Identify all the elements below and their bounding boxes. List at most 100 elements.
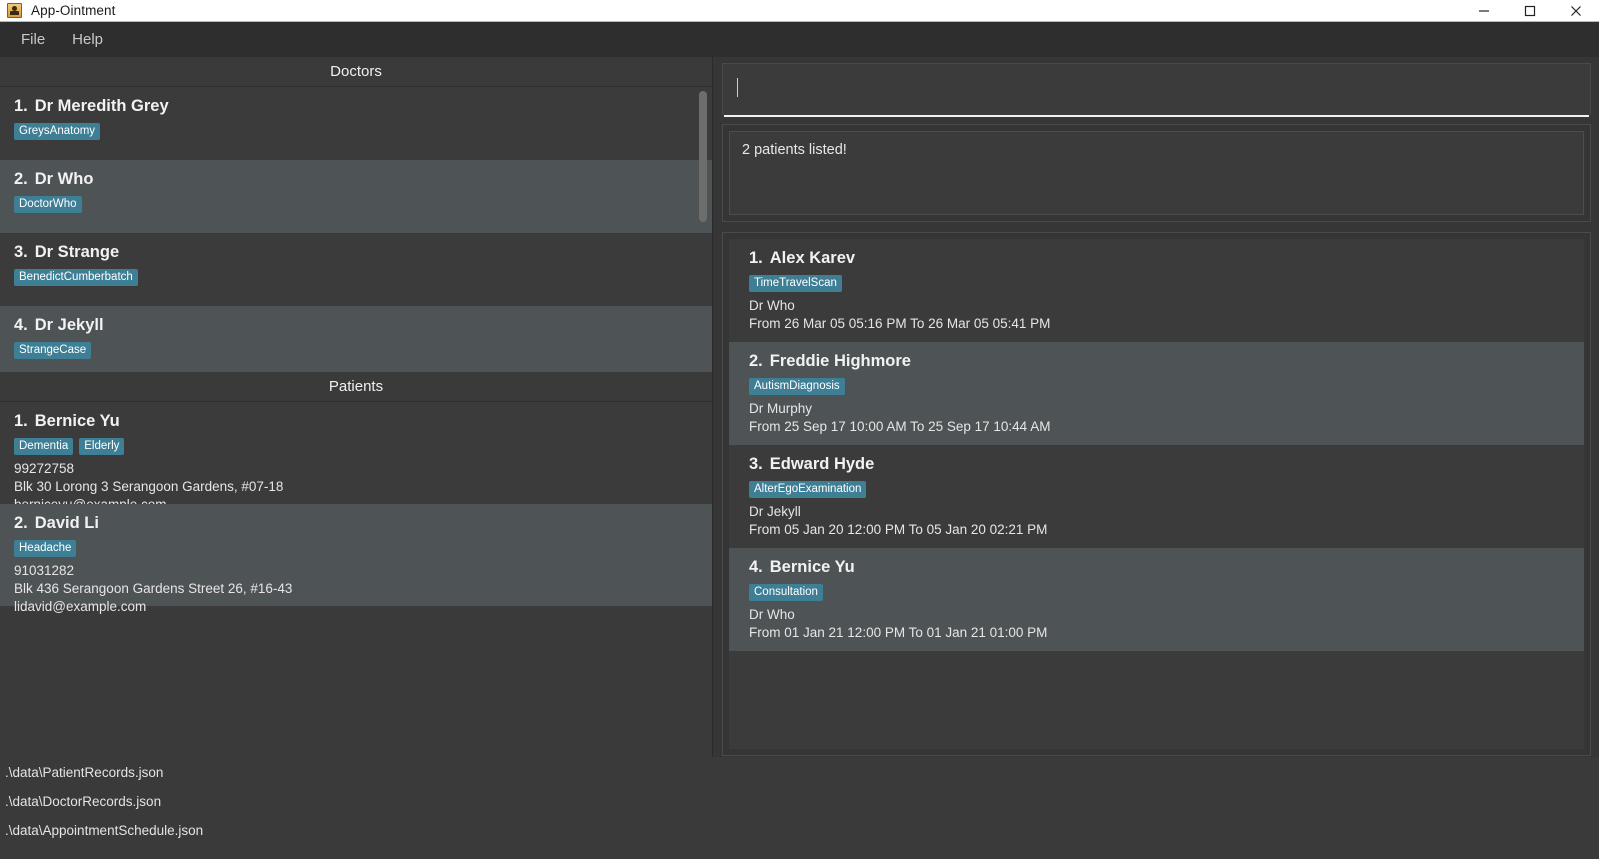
patient-list-item[interactable]: 2. David Li Headache 91031282 Blk 436 Serang… (0, 504, 712, 614)
tag-list: Headache (14, 540, 698, 558)
right-panel: 2 patients listed! 1. Alex Karev TimeTrave… (714, 57, 1599, 757)
appointment-period: From 01 Jan 21 12:00 PM To 01 Jan 21 01:… (749, 625, 1048, 641)
card-title: 3. Dr Strange (14, 243, 698, 262)
card-name: Alex Karev (769, 249, 856, 267)
card-title: 1. Alex Karev (749, 249, 1570, 268)
doctors-panel-header: Doctors (0, 57, 712, 87)
patient-phone: 91031282 (14, 563, 75, 579)
result-display: 2 patients listed! (729, 131, 1584, 215)
card-index: 2. (749, 352, 763, 370)
card-index: 3. (749, 455, 763, 473)
appointment-period: From 25 Sep 17 10:00 AM To 25 Sep 17 10:… (749, 419, 1051, 435)
card-index: 4. (749, 558, 763, 576)
command-box[interactable] (722, 63, 1591, 115)
tag: TimeTravelScan (749, 275, 842, 293)
card-name: Dr Strange (34, 243, 120, 261)
tag-list: BenedictCumberbatch (14, 269, 698, 287)
card-title: 1. Bernice Yu (14, 412, 698, 431)
command-underline (724, 115, 1589, 117)
card-name: Dr Who (34, 170, 94, 188)
doctor-list-item[interactable]: 2. Dr Who DoctorWho (0, 160, 712, 233)
appointment-list-item[interactable]: 3. Edward Hyde AlterEgoExamination Dr Jekyl… (729, 445, 1584, 548)
tag-list: AutismDiagnosis (749, 378, 1570, 396)
card-index: 3. (14, 243, 28, 261)
tag: Dementia (14, 438, 74, 456)
window-title: App-Ointment (31, 3, 116, 18)
menu-item-help[interactable]: Help (62, 27, 113, 52)
card-name: David Li (34, 514, 99, 532)
close-icon[interactable] (1553, 0, 1599, 21)
card-name: Bernice Yu (34, 412, 120, 430)
appointment-list-item[interactable]: 4. Bernice Yu Consultation Dr Who From 01 Ja… (729, 548, 1584, 651)
card-title: 4. Bernice Yu (749, 558, 1570, 577)
card-name: Freddie Highmore (769, 352, 911, 370)
tag: BenedictCumberbatch (14, 269, 138, 287)
card-title: 1. Dr Meredith Grey (14, 97, 698, 116)
patient-address: Blk 30 Lorong 3 Serangoon Gardens, #07-1… (14, 479, 284, 495)
patient-list-item[interactable]: 1. Bernice Yu Dementia Elderly 99272758 Blk 3… (0, 402, 712, 512)
tag-list: Consultation (749, 584, 1570, 602)
command-input[interactable] (735, 78, 1578, 100)
app-icon (7, 2, 23, 19)
window-controls (1461, 0, 1599, 21)
card-name: Edward Hyde (769, 455, 875, 473)
left-panel: Doctors 1. Dr Meredith Grey GreysAnatomy 2.… (0, 57, 713, 757)
footer-path-appointment-schedule: .\data\AppointmentSchedule.json (5, 823, 204, 838)
card-name: Dr Meredith Grey (34, 97, 169, 115)
card-title: 2. David Li (14, 514, 698, 533)
tag: AutismDiagnosis (749, 378, 845, 396)
footer-path-doctor-records: .\data\DoctorRecords.json (5, 794, 162, 809)
card-index: 2. (14, 514, 28, 532)
appointment-list-item[interactable]: 2. Freddie Highmore AutismDiagnosis Dr Murp… (729, 342, 1584, 445)
appointment-doctor: Dr Who (749, 298, 795, 314)
appointment-doctor: Dr Jekyll (749, 504, 801, 520)
title-bar: App-Ointment (0, 0, 1599, 22)
card-name: Dr Jekyll (34, 316, 104, 334)
tag: AlterEgoExamination (749, 481, 867, 499)
card-name: Bernice Yu (769, 558, 855, 576)
tag: Consultation (749, 584, 823, 602)
patient-email: lidavid@example.com (14, 598, 147, 614)
card-index: 1. (14, 412, 28, 430)
tag-list: GreysAnatomy (14, 123, 698, 141)
tag-list: Dementia Elderly (14, 438, 698, 456)
maximize-icon[interactable] (1507, 0, 1553, 21)
tag: Elderly (79, 438, 125, 456)
minimize-icon[interactable] (1461, 0, 1507, 21)
appointments-panel: 1. Alex Karev TimeTravelScan Dr Who From 26 … (722, 232, 1591, 756)
status-footer: .\data\PatientRecords.json .\data\Doctor… (0, 757, 1599, 859)
main-content: Doctors 1. Dr Meredith Grey GreysAnatomy 2.… (0, 57, 1599, 757)
tag-list: StrangeCase (14, 342, 698, 360)
tag-list: AlterEgoExamination (749, 481, 1570, 499)
patient-phone: 99272758 (14, 461, 75, 477)
card-title: 4. Dr Jekyll (14, 316, 698, 335)
menu-bar: File Help (0, 22, 1599, 57)
menu-item-file[interactable]: File (11, 27, 55, 52)
tag: GreysAnatomy (14, 123, 101, 141)
doctors-scrollbar[interactable] (697, 87, 709, 372)
appointment-list-item[interactable]: 1. Alex Karev TimeTravelScan Dr Who From 26 … (729, 239, 1584, 342)
appointment-period: From 26 Mar 05 05:16 PM To 26 Mar 05 05:… (749, 316, 1051, 332)
footer-path-patient-records: .\data\PatientRecords.json (5, 765, 164, 780)
card-index: 4. (14, 316, 28, 334)
result-message: 2 patients listed! (742, 142, 847, 158)
card-title: 2. Dr Who (14, 170, 698, 189)
card-title: 3. Edward Hyde (749, 455, 1570, 474)
tag: Headache (14, 540, 77, 558)
card-title: 2. Freddie Highmore (749, 352, 1570, 371)
application-window: App-Ointment File Help Doctors 1. Dr Mere… (0, 0, 1599, 859)
tag-list: DoctorWho (14, 196, 698, 214)
doctor-list-item[interactable]: 1. Dr Meredith Grey GreysAnatomy (0, 87, 712, 160)
patients-panel-header: Patients (0, 372, 712, 402)
appointment-period: From 05 Jan 20 12:00 PM To 05 Jan 20 02:… (749, 522, 1048, 538)
card-index: 1. (14, 97, 28, 115)
card-index: 1. (749, 249, 763, 267)
text-caret (737, 78, 738, 97)
doctor-list-item[interactable]: 4. Dr Jekyll StrangeCase (0, 306, 712, 372)
tag: DoctorWho (14, 196, 82, 214)
appointment-doctor: Dr Murphy (749, 401, 813, 417)
result-display-container: 2 patients listed! (722, 124, 1591, 222)
doctor-list-item[interactable]: 3. Dr Strange BenedictCumberbatch (0, 233, 712, 306)
appointments-list: 1. Alex Karev TimeTravelScan Dr Who From 26 … (729, 239, 1584, 749)
patient-address: Blk 436 Serangoon Gardens Street 26, #16… (14, 581, 293, 597)
